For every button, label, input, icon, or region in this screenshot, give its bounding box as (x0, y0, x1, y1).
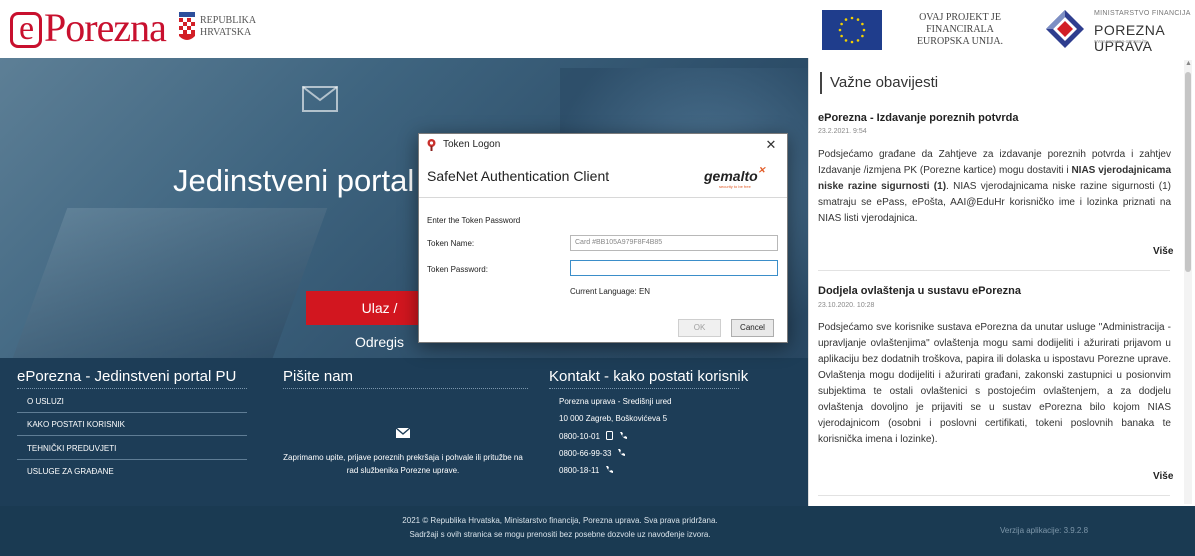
col-pisite-nam-title: Pišite nam (283, 368, 354, 385)
app-version: Verzija aplikacije: 3.9.2.8 (1000, 526, 1089, 535)
ok-button[interactable]: OK (678, 319, 721, 337)
copyright-text: 2021 © Republika Hrvatska, Ministarstvo … (300, 514, 820, 542)
republika-line-2: HRVATSKA (200, 27, 252, 38)
ministarstvo-text: MINISTARSTVO FINANCIJA (1094, 10, 1191, 17)
col-pisite-rule (283, 388, 528, 389)
contact-phone-1[interactable]: 0800-10-01 (559, 431, 628, 441)
phone-icon (617, 449, 625, 456)
logo-text: Porezna (44, 5, 167, 50)
current-language-value: EN (638, 287, 651, 296)
scroll-up-arrow-icon[interactable]: ▲ (1185, 60, 1192, 67)
news-heading: Važne obavijesti (820, 72, 938, 94)
link-tehnicki-preduvjeti[interactable]: TEHNIČKI PREDUVJETI (27, 444, 116, 453)
eu-funding-text: OVAJ PROJEKT JE FINANCIRALA EUROPSKA UNI… (890, 12, 1030, 48)
news-item-title[interactable]: Dodjela ovlaštenja u sustavu ePorezna (818, 285, 1021, 297)
eu-flag-icon (822, 10, 882, 50)
copyright-line-2: Sadržaji s ovih stranica se mogu prenosi… (409, 530, 711, 539)
dialog-titlebar[interactable]: Token Logon ✕ (419, 134, 787, 156)
contact-phone-2[interactable]: 0800-66-99-33 (559, 448, 626, 458)
porezna-uprava-logo-icon (1046, 10, 1084, 48)
col-kontakt-rule (549, 388, 739, 389)
pisite-nam-text: Zaprimamo upite, prijave poreznih prekrš… (283, 453, 523, 475)
login-register-button[interactable]: Ulaz / Odregis (306, 291, 421, 350)
token-logon-dialog: Token Logon ✕ SafeNet Authentication Cli… (418, 133, 788, 343)
hero-keyboard-image (12, 208, 328, 358)
contact-phone-2-number: 0800-66-99-33 (559, 449, 612, 458)
token-key-icon (427, 139, 436, 151)
gemalto-logo-text: gemalto (704, 168, 758, 184)
porezna-uprava-text: POREZNA UPRAVA (1094, 22, 1165, 54)
hero-title: Jedinstveni portal (173, 163, 415, 198)
news-item-body: Podsjećamo građane da Zahtjeve za izdava… (818, 147, 1171, 227)
col-eporezna-rule (17, 388, 247, 389)
eporezna-logo[interactable]: e Porezna (10, 4, 167, 51)
news-separator (818, 495, 1170, 496)
mail-icon[interactable] (396, 428, 410, 438)
col-kontakt-title: Kontakt - kako postati korisnik (549, 368, 749, 385)
news-more-link[interactable]: Više (1153, 471, 1173, 482)
contact-address: 10 000 Zagreb, Boškovićeva 5 (559, 414, 668, 423)
mobile-icon (606, 431, 614, 440)
logo-e-mark: e (10, 12, 42, 48)
token-name-label: Token Name: (427, 239, 475, 248)
envelope-icon (302, 86, 338, 112)
current-language: Current Language: EN (570, 287, 650, 296)
phone-icon (605, 466, 613, 473)
link-usluge-za-gradane[interactable]: USLUGE ZA GRAĐANE (27, 467, 114, 476)
gemalto-logo: gemalto✕ (704, 165, 765, 184)
contact-phone-3-number: 0800-18-11 (559, 466, 600, 475)
contact-phone-1-number: 0800-10-01 (559, 432, 600, 441)
close-icon[interactable]: ✕ (761, 136, 781, 154)
news-item-body: Podsjećamo sve korisnike sustava ePorezn… (818, 322, 1171, 445)
col-eporezna-title: ePorezna - Jedinstveni portal PU (17, 368, 237, 385)
republika-hrvatska-text: REPUBLIKA HRVATSKA (200, 15, 256, 39)
dialog-title: Token Logon (443, 139, 501, 150)
copyright-line-1: 2021 © Republika Hrvatska, Ministarstvo … (402, 516, 718, 525)
contact-phone-3[interactable]: 0800-18-11 (559, 465, 614, 475)
contact-office: Porezna uprava - Središnji ured (559, 397, 672, 406)
link-o-usluzi[interactable]: O USLUZI (27, 397, 64, 406)
eu-line-2: EUROPSKA UNIJA. (916, 36, 1004, 47)
token-name-field: Card #BB105A979F8F4B85 (570, 235, 778, 251)
site-header: e Porezna REPUBLIKA HRVATSKA OVAJ PROJEKT… (0, 0, 1195, 58)
link-kako-postati-korisnik[interactable]: KAKO POSTATI KORISNIK (27, 420, 125, 429)
republika-line-1: REPUBLIKA (200, 15, 257, 26)
eu-line-1: OVAJ PROJEKT JE FINANCIRALA (919, 12, 1001, 35)
news-scrollbar-thumb[interactable] (1185, 72, 1191, 272)
porezna-url-text: www.porezna-uprava.hr (1094, 39, 1147, 45)
news-more-link[interactable]: Više (1153, 246, 1173, 257)
link-divider (17, 459, 247, 460)
dialog-body: Enter the Token Password Token Name: Car… (419, 199, 787, 342)
client-name: SafeNet Authentication Client (427, 168, 610, 184)
current-language-label: Current Language: (570, 287, 637, 296)
news-item-date: 23.2.2021. 9:54 (818, 128, 867, 135)
token-password-label: Token Password: (427, 265, 488, 274)
news-item-title[interactable]: ePorezna - Izdavanje poreznih potvrda (818, 112, 1019, 124)
link-divider (17, 435, 247, 436)
password-prompt: Enter the Token Password (427, 216, 521, 225)
croatian-crest-icon (179, 12, 195, 40)
phone-icon (620, 432, 628, 439)
cancel-button[interactable]: Cancel (731, 319, 774, 337)
news-item-date: 23.10.2020. 10:28 (818, 302, 875, 309)
token-password-input[interactable] (570, 260, 778, 276)
link-divider (17, 412, 247, 413)
dialog-banner: SafeNet Authentication Client gemalto✕ s… (419, 156, 787, 198)
gemalto-tagline: security to be free (719, 184, 751, 189)
news-separator (818, 270, 1170, 271)
gemalto-star-icon: ✕ (757, 165, 766, 175)
